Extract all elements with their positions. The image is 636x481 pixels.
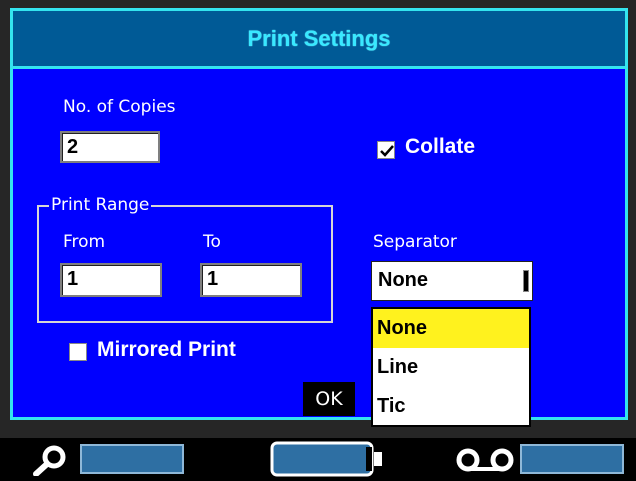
copies-label: No. of Copies (63, 97, 176, 117)
separator-label: Separator (373, 232, 457, 252)
tape-icon (456, 448, 514, 472)
print-range-legend: Print Range (49, 195, 152, 215)
separator-select[interactable]: None (371, 261, 533, 301)
mirrored-print-checkbox[interactable] (69, 343, 87, 361)
search-icon (33, 445, 66, 476)
to-label: To (203, 232, 221, 252)
search-progress-bar (80, 444, 184, 474)
device-screen: Print Settings No. of Copies 2 Collate P… (0, 0, 636, 481)
dropdown-scroll-icon (523, 270, 529, 292)
print-settings-dialog: Print Settings No. of Copies 2 Collate P… (10, 8, 628, 427)
dialog-title: Print Settings (247, 25, 391, 51)
tape-progress-bar (520, 444, 624, 474)
dialog-titlebar: Print Settings (13, 11, 625, 69)
from-label: From (63, 232, 106, 252)
separator-dropdown-list: None Line Tic (371, 307, 531, 427)
from-input[interactable]: 1 (60, 263, 162, 297)
status-bar (0, 438, 636, 481)
battery-icon (270, 441, 382, 477)
checkmark-icon (380, 145, 394, 157)
separator-option-line[interactable]: Line (373, 348, 529, 387)
to-input[interactable]: 1 (200, 263, 302, 297)
mirrored-print-label: Mirrored Print (97, 338, 236, 361)
separator-option-tic[interactable]: Tic (373, 387, 529, 426)
collate-checkbox[interactable] (377, 141, 395, 159)
copies-input[interactable]: 2 (60, 131, 160, 163)
ok-button[interactable]: OK (303, 382, 355, 416)
separator-selected-value: None (378, 269, 428, 291)
collate-label: Collate (405, 135, 476, 158)
separator-option-none[interactable]: None (373, 309, 529, 348)
